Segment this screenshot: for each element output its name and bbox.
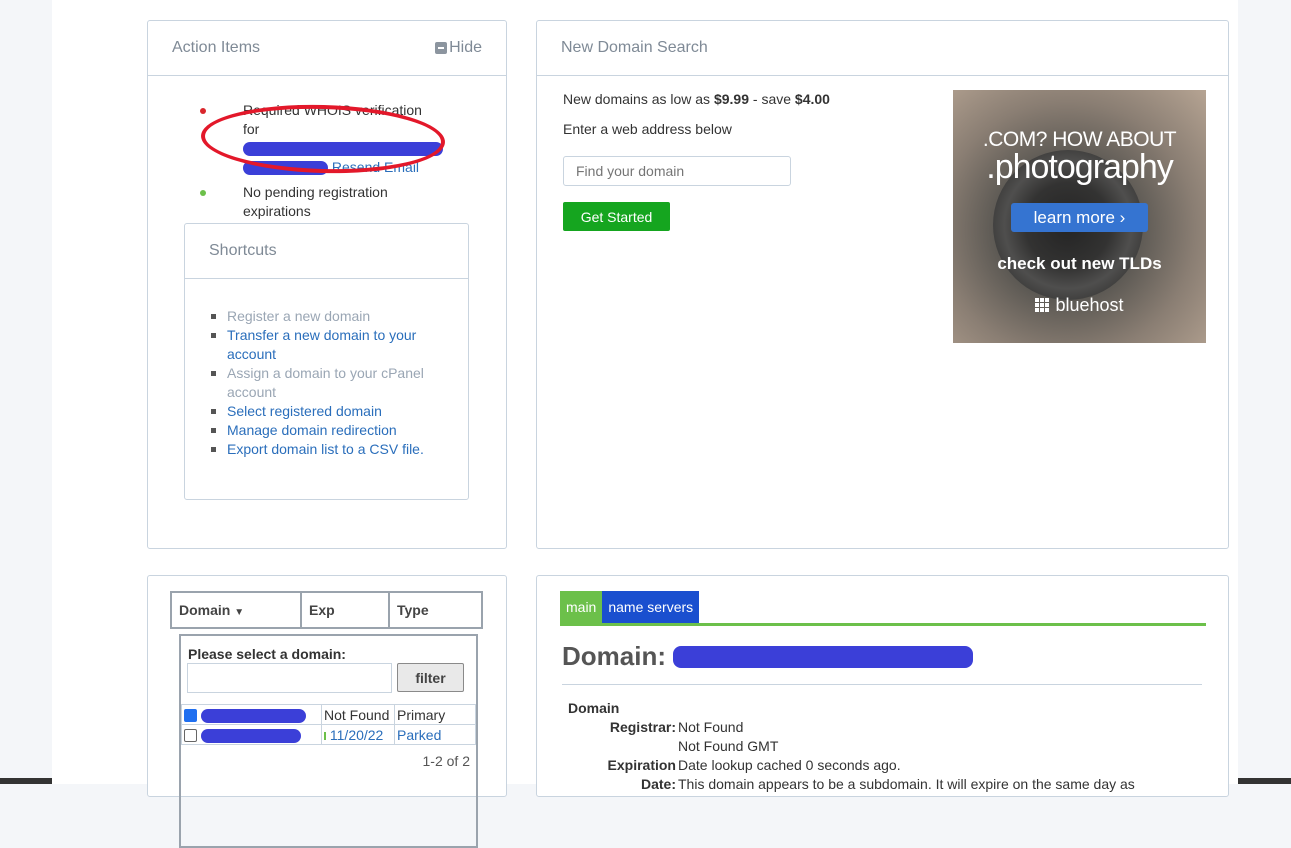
- expirations-text: No pending registration expirations: [243, 184, 388, 219]
- select-domain-link[interactable]: Select registered domain: [227, 403, 382, 419]
- domain-table-header: Domain ▼ Exp Type: [170, 591, 483, 629]
- exp-cell: Not Found: [321, 704, 395, 725]
- action-items-panel: Action Items Hide Required WHOIS verific…: [147, 20, 507, 549]
- domain-cell: [181, 704, 322, 725]
- tab-underline: [560, 623, 1206, 626]
- bluehost-ad[interactable]: .COM? HOW ABOUT .photography learn more …: [953, 90, 1206, 343]
- brand-name: bluehost: [1055, 295, 1124, 315]
- error-status-icon: [200, 108, 206, 114]
- row-checkbox[interactable]: [184, 729, 197, 743]
- registrar-value-2: Not Found GMT: [678, 738, 779, 754]
- tab-name-servers[interactable]: name servers: [602, 591, 700, 623]
- shortcuts-title: Shortcuts: [209, 242, 277, 259]
- registrar-value: Not Found: [678, 719, 744, 735]
- redacted-text: [673, 646, 974, 668]
- ad-line2: .photography: [986, 148, 1174, 186]
- type-link[interactable]: Parked: [397, 727, 441, 743]
- select-domain-label: Please select a domain:: [188, 646, 346, 662]
- right-edge-bar: [1238, 778, 1291, 784]
- export-csv-link[interactable]: Export domain list to a CSV file.: [227, 441, 424, 457]
- domain-title-label: Domain:: [562, 641, 666, 671]
- action-item-expirations: No pending registration expirations: [196, 183, 436, 221]
- promo-block: New domains as low as $9.99 - save $4.00…: [563, 91, 830, 137]
- col-domain-label: Domain: [179, 602, 231, 618]
- detail-tabs: main name servers: [560, 591, 700, 623]
- action-items-header: Action Items Hide: [148, 21, 506, 76]
- shortcut-select[interactable]: Select registered domain: [209, 402, 439, 421]
- new-domain-search-title: New Domain Search: [561, 39, 708, 56]
- col-domain[interactable]: Domain ▼: [170, 591, 302, 629]
- col-exp[interactable]: Exp: [300, 591, 390, 629]
- grid-logo-icon: [1035, 298, 1050, 312]
- get-started-button[interactable]: Get Started: [563, 202, 670, 231]
- date-label: Date:: [640, 776, 676, 792]
- shortcuts-box: Shortcuts Register a new domain Transfer…: [184, 223, 469, 500]
- ok-status-icon: [200, 190, 206, 196]
- shortcut-transfer[interactable]: Transfer a new domain to your account: [209, 326, 439, 364]
- learn-more-label: learn more: [1033, 208, 1115, 227]
- registrar-label: Registrar:: [609, 719, 676, 735]
- filter-button[interactable]: filter: [397, 663, 464, 692]
- promo-save: $4.00: [794, 91, 830, 107]
- redacted-text: [200, 728, 301, 743]
- hide-label: Hide: [449, 39, 482, 56]
- hide-button[interactable]: Hide: [435, 39, 482, 57]
- domain-rows: Not Found Primary 11/20/22 Parked: [181, 704, 476, 745]
- shortcuts-header: Shortcuts: [185, 224, 468, 279]
- exp-cell: 11/20/22: [321, 724, 395, 745]
- type-cell: Parked: [394, 724, 476, 745]
- enter-label: Enter a web address below: [563, 121, 732, 137]
- action-items-title: Action Items: [172, 39, 261, 56]
- promo-prefix: New domains as low as: [563, 91, 714, 107]
- page-info: 1-2 of 2: [422, 753, 470, 769]
- details-section: Domain: [568, 700, 620, 716]
- exp-link[interactable]: 11/20/22: [330, 727, 383, 743]
- sort-caret-icon: ▼: [234, 607, 245, 618]
- date-value: This domain appears to be a subdomain. I…: [678, 776, 1135, 792]
- chevron-right-icon: ›: [1119, 208, 1126, 227]
- domain-list-panel: Domain ▼ Exp Type Please select a domain…: [147, 575, 507, 848]
- table-row[interactable]: 11/20/22 Parked: [181, 724, 476, 745]
- minus-icon: [435, 42, 448, 54]
- assign-domain-link[interactable]: Assign a domain to your cPanel account: [227, 365, 424, 400]
- domain-details: Domain Registrar: Not Found Not Found GMT…: [568, 699, 1135, 794]
- shortcut-redirect[interactable]: Manage domain redirection: [209, 421, 439, 440]
- left-edge-bar: [0, 778, 52, 784]
- domain-title: Domain:: [562, 641, 974, 672]
- expiration-label: Expiration: [607, 757, 676, 773]
- promo-text: New domains as low as $9.99 - save $4.00: [563, 91, 830, 107]
- tab-main[interactable]: main: [560, 591, 603, 623]
- domain-detail-panel: main name servers Domain: Domain Registr…: [536, 575, 1229, 797]
- type-cell: Primary: [394, 704, 476, 725]
- expiration-value: Date lookup cached 0 seconds ago.: [678, 757, 901, 773]
- shortcut-export[interactable]: Export domain list to a CSV file.: [209, 440, 439, 459]
- promo-mid: - save: [749, 91, 795, 107]
- bluehost-logo: bluehost: [953, 295, 1206, 316]
- ad-line3: check out new TLDs: [997, 254, 1162, 273]
- domain-filter-input[interactable]: [187, 663, 392, 693]
- new-domain-search-panel: New Domain Search New domains as low as …: [536, 20, 1229, 549]
- register-domain-link[interactable]: Register a new domain: [227, 308, 370, 324]
- exp-indicator: [324, 731, 326, 740]
- shortcut-assign[interactable]: Assign a domain to your cPanel account: [209, 364, 439, 402]
- domain-cell: [181, 724, 322, 745]
- divider: [562, 684, 1202, 685]
- domain-search-input[interactable]: [563, 156, 791, 186]
- promo-price: $9.99: [713, 91, 749, 107]
- redirect-domain-link[interactable]: Manage domain redirection: [227, 422, 397, 438]
- transfer-domain-link[interactable]: Transfer a new domain to your account: [227, 327, 416, 362]
- new-domain-search-header: New Domain Search: [537, 21, 1228, 76]
- shortcuts-list: Register a new domain Transfer a new dom…: [209, 307, 439, 459]
- col-type[interactable]: Type: [388, 591, 483, 629]
- redacted-text: [200, 708, 306, 723]
- learn-more-button[interactable]: learn more ›: [1011, 203, 1148, 232]
- domain-select-box: Please select a domain: filter Not Found…: [179, 634, 478, 848]
- shortcut-register[interactable]: Register a new domain: [209, 307, 439, 326]
- table-row[interactable]: Not Found Primary: [181, 704, 476, 725]
- row-checkbox[interactable]: [184, 709, 197, 723]
